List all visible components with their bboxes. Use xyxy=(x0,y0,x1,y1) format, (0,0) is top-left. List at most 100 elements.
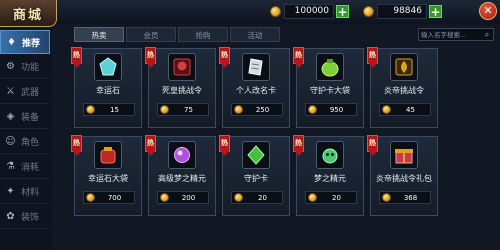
tab-hot-sale[interactable]: 热卖 xyxy=(74,27,124,42)
gold-coin-icon xyxy=(308,193,317,202)
sidebar-item-consumable[interactable]: ⚗ 消耗 xyxy=(0,154,50,179)
sidebar-item-character[interactable]: ☺ 角色 xyxy=(0,129,50,154)
consumable-icon: ⚗ xyxy=(6,160,15,172)
search-box: ⌕ xyxy=(418,28,494,41)
hot-tag: 热 xyxy=(293,47,304,68)
item-price: 15 xyxy=(110,105,119,114)
price-box: 75 xyxy=(157,103,209,116)
tab-bar: 热卖 会员 抢购 活动 xyxy=(74,27,282,43)
death-emperor-token-icon xyxy=(168,53,196,81)
decoration-icon: ✿ xyxy=(6,210,15,222)
gold-coin-icon xyxy=(382,105,391,114)
sidebar-item-label: 武器 xyxy=(21,87,40,98)
hot-tag: 热 xyxy=(145,47,156,68)
flame-emperor-token-icon xyxy=(390,53,418,81)
gold-coin-icon xyxy=(86,105,95,114)
lucky-stone-icon xyxy=(94,53,122,81)
tab-flash-sale[interactable]: 抢购 xyxy=(178,27,228,42)
price-box: 15 xyxy=(83,103,135,116)
function-icon: ⚙ xyxy=(6,60,15,72)
item-price: 700 xyxy=(107,193,122,202)
gold-coin-icon xyxy=(160,193,169,202)
item-grid: 热 幸运石 15 热 死皇挑战令 75 热 个人改名卡 250 热 守护卡大袋 … xyxy=(71,47,492,244)
item-price: 20 xyxy=(332,193,341,202)
flame-emperor-gift-pack-icon xyxy=(390,141,418,169)
shop-main-panel: 热卖 会员 抢购 活动 ⌕ 热 幸运石 15 热 死皇挑战令 xyxy=(52,24,500,250)
item-name: 死皇挑战令 xyxy=(162,86,202,95)
character-icon: ☺ xyxy=(5,135,16,147)
sidebar-item-function[interactable]: ⚙ 功能 xyxy=(0,54,50,79)
sidebar-item-recommend[interactable]: ♦ 推荐 xyxy=(0,30,50,54)
item-price: 368 xyxy=(403,193,418,202)
item-price: 20 xyxy=(258,193,267,202)
search-input[interactable] xyxy=(419,29,481,40)
shop-item-card[interactable]: 热 炎帝挑战令 45 xyxy=(367,47,438,128)
shop-item-card[interactable]: 热 炎帝挑战令礼包 368 xyxy=(367,135,438,216)
item-price: 950 xyxy=(329,105,344,114)
tab-vip[interactable]: 会员 xyxy=(126,27,176,42)
item-price: 200 xyxy=(181,193,196,202)
item-name: 梦之精元 xyxy=(314,174,346,183)
item-name: 炎帝挑战令 xyxy=(384,86,424,95)
sidebar-item-label: 角色 xyxy=(21,137,40,148)
equipment-icon: ◈ xyxy=(6,110,15,122)
hot-tag: 热 xyxy=(71,47,82,68)
item-name: 高级梦之精元 xyxy=(158,174,206,183)
sidebar-item-material[interactable]: ✦ 材料 xyxy=(0,179,50,204)
price-box: 45 xyxy=(379,103,431,116)
price-box: 20 xyxy=(305,191,357,204)
shop-item-card[interactable]: 热 梦之精元 20 xyxy=(293,135,364,216)
shop-item-card[interactable]: 热 幸运石 15 xyxy=(71,47,142,128)
shop-item-card[interactable]: 热 幸运石大袋 700 xyxy=(71,135,142,216)
sidebar-item-label: 消耗 xyxy=(21,162,40,173)
hot-tag: 热 xyxy=(219,47,230,68)
price-box: 250 xyxy=(231,103,283,116)
guardian-card-icon xyxy=(242,141,270,169)
search-icon[interactable]: ⌕ xyxy=(481,29,493,40)
item-name: 炎帝挑战令礼包 xyxy=(376,174,432,183)
currency-bound-gold: 98846 + xyxy=(363,3,442,20)
add-currency-button[interactable]: + xyxy=(429,5,442,18)
sidebar-item-equipment[interactable]: ◈ 装备 xyxy=(0,104,50,129)
sidebar-item-decoration[interactable]: ✿ 装饰 xyxy=(0,204,50,229)
close-icon[interactable]: ✕ xyxy=(479,2,497,20)
hot-tag: 热 xyxy=(367,47,378,68)
shop-item-card[interactable]: 热 守护卡大袋 950 xyxy=(293,47,364,128)
sidebar-item-weapon[interactable]: ⚔ 武器 xyxy=(0,79,50,104)
tab-events[interactable]: 活动 xyxy=(230,27,280,42)
gold-coin-icon xyxy=(160,105,169,114)
gold-coin-icon xyxy=(234,105,243,114)
shop-title: 商城 xyxy=(0,0,57,27)
gold-coin-icon xyxy=(382,193,391,202)
sidebar-item-label: 推荐 xyxy=(22,38,41,49)
advanced-dream-essence-icon xyxy=(168,141,196,169)
item-name: 幸运石 xyxy=(96,86,120,95)
guardian-card-bag-icon xyxy=(316,53,344,81)
price-box: 20 xyxy=(231,191,283,204)
shop-item-card[interactable]: 热 守护卡 20 xyxy=(219,135,290,216)
item-name: 守护卡 xyxy=(244,174,268,183)
price-box: 368 xyxy=(379,191,431,204)
rename-card-icon xyxy=(242,53,270,81)
weapon-icon: ⚔ xyxy=(6,85,15,97)
currency-value: 100000 xyxy=(284,4,334,19)
dream-essence-icon xyxy=(316,141,344,169)
sidebar-item-label: 材料 xyxy=(21,187,40,198)
gold-coin-icon xyxy=(270,6,281,17)
hot-tag: 热 xyxy=(219,135,230,156)
lucky-stone-bag-icon xyxy=(94,141,122,169)
shop-item-card[interactable]: 热 个人改名卡 250 xyxy=(219,47,290,128)
recommend-icon: ♦ xyxy=(7,36,16,48)
shop-item-card[interactable]: 热 高级梦之精元 200 xyxy=(145,135,216,216)
hot-tag: 热 xyxy=(367,135,378,156)
gold-coin-icon xyxy=(363,6,374,17)
material-icon: ✦ xyxy=(6,185,15,197)
shop-item-card[interactable]: 热 死皇挑战令 75 xyxy=(145,47,216,128)
add-currency-button[interactable]: + xyxy=(336,5,349,18)
item-name: 幸运石大袋 xyxy=(88,174,128,183)
item-price: 45 xyxy=(406,105,415,114)
sidebar-item-label: 装备 xyxy=(21,112,40,123)
item-price: 75 xyxy=(184,105,193,114)
item-name: 个人改名卡 xyxy=(236,86,276,95)
sidebar-item-label: 功能 xyxy=(21,62,40,73)
